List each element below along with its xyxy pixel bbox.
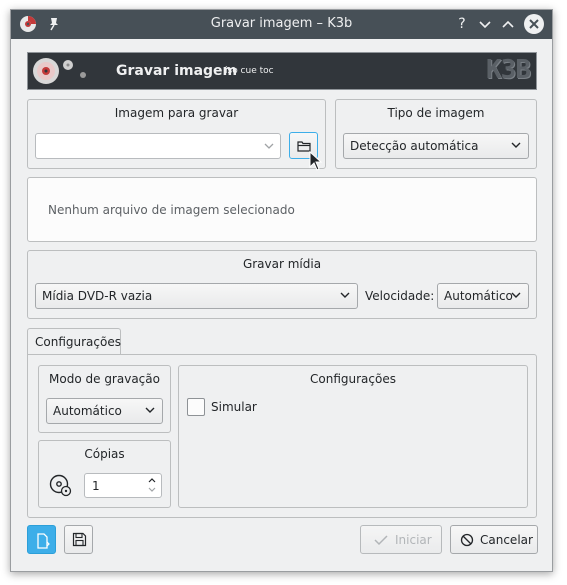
speed-label: Velocidade: xyxy=(365,289,435,303)
write-mode-value: Automático xyxy=(53,404,122,418)
burn-media-title: Gravar mídia xyxy=(242,257,322,271)
spin-up-icon[interactable] xyxy=(147,476,157,484)
chevron-down-icon xyxy=(145,407,155,413)
load-profile-button[interactable] xyxy=(27,525,56,554)
spin-down-icon[interactable] xyxy=(147,486,157,494)
save-icon xyxy=(72,532,87,547)
simulate-checkbox[interactable] xyxy=(187,398,205,416)
copy-disc-icon xyxy=(49,474,72,497)
header-banner: Gravar imagem iso cue toc K3B xyxy=(27,52,537,90)
write-mode-group: Modo de gravação Automático xyxy=(38,365,171,433)
title-bar: Gravar imagem – K3b ? xyxy=(11,10,552,39)
chevron-down-icon xyxy=(340,292,350,298)
tab-settings-label: Configurações xyxy=(35,335,121,349)
image-info-panel: Nenhum arquivo de imagem selecionado xyxy=(27,177,537,242)
cancel-label: Cancelar xyxy=(480,533,533,547)
chevron-down-icon xyxy=(264,143,274,149)
copies-title: Cópias xyxy=(84,447,125,461)
check-icon xyxy=(374,535,388,546)
minimize-button[interactable] xyxy=(476,15,494,33)
disc-icon xyxy=(33,58,86,84)
speed-combo[interactable]: Automático xyxy=(437,283,529,309)
image-type-group: Tipo de imagem Detecção automática xyxy=(335,99,537,169)
image-type-value: Detecção automática xyxy=(350,139,479,153)
copies-value: 1 xyxy=(92,479,100,493)
copies-group: Cópias 1 xyxy=(38,440,171,508)
image-type-title: Tipo de imagem xyxy=(387,106,485,120)
options-title: Configurações xyxy=(310,372,396,386)
cancel-icon xyxy=(460,533,474,547)
cancel-button[interactable]: Cancelar xyxy=(450,525,538,554)
start-button[interactable]: Iniciar xyxy=(360,525,442,554)
chevron-down-icon xyxy=(479,21,491,29)
device-combo[interactable]: Mídia DVD-R vazia xyxy=(35,283,358,309)
tab-settings[interactable]: Configurações xyxy=(27,328,121,355)
image-type-combo[interactable]: Detecção automática xyxy=(343,133,529,159)
close-icon xyxy=(529,19,539,29)
dialog-window: Gravar imagem – K3b ? Gravar imagem iso … xyxy=(10,9,553,572)
k3b-logo: K3B xyxy=(486,55,531,85)
image-group: Imagem para gravar xyxy=(27,99,326,169)
burn-media-group: Gravar mídia Mídia DVD-R vazia Velocidad… xyxy=(27,250,537,319)
image-path-combo[interactable] xyxy=(35,133,281,159)
options-group: Configurações Simular xyxy=(178,365,528,508)
image-info-text: Nenhum arquivo de imagem selecionado xyxy=(48,203,295,217)
banner-subtitle: iso cue toc xyxy=(225,66,274,76)
start-label: Iniciar xyxy=(395,533,432,547)
save-profile-button[interactable] xyxy=(64,525,93,554)
mouse-cursor-icon xyxy=(309,151,323,171)
chevron-up-icon xyxy=(502,20,514,28)
write-mode-title: Modo de gravação xyxy=(49,372,160,386)
close-button[interactable] xyxy=(524,14,544,34)
settings-tab-panel: Modo de gravação Automático Cópias 1 Con… xyxy=(27,354,537,518)
maximize-button[interactable] xyxy=(499,15,517,33)
device-value: Mídia DVD-R vazia xyxy=(42,289,153,303)
image-group-title: Imagem para gravar xyxy=(114,106,239,120)
chevron-down-icon xyxy=(511,142,521,148)
help-button[interactable]: ? xyxy=(453,15,471,33)
banner-title: Gravar imagem xyxy=(116,63,238,79)
speed-value: Automático xyxy=(444,289,513,303)
write-mode-combo[interactable]: Automático xyxy=(46,398,163,424)
simulate-label: Simular xyxy=(211,400,257,414)
document-icon xyxy=(37,533,50,549)
copies-spinbox[interactable]: 1 xyxy=(84,473,162,498)
chevron-down-icon xyxy=(511,292,521,298)
